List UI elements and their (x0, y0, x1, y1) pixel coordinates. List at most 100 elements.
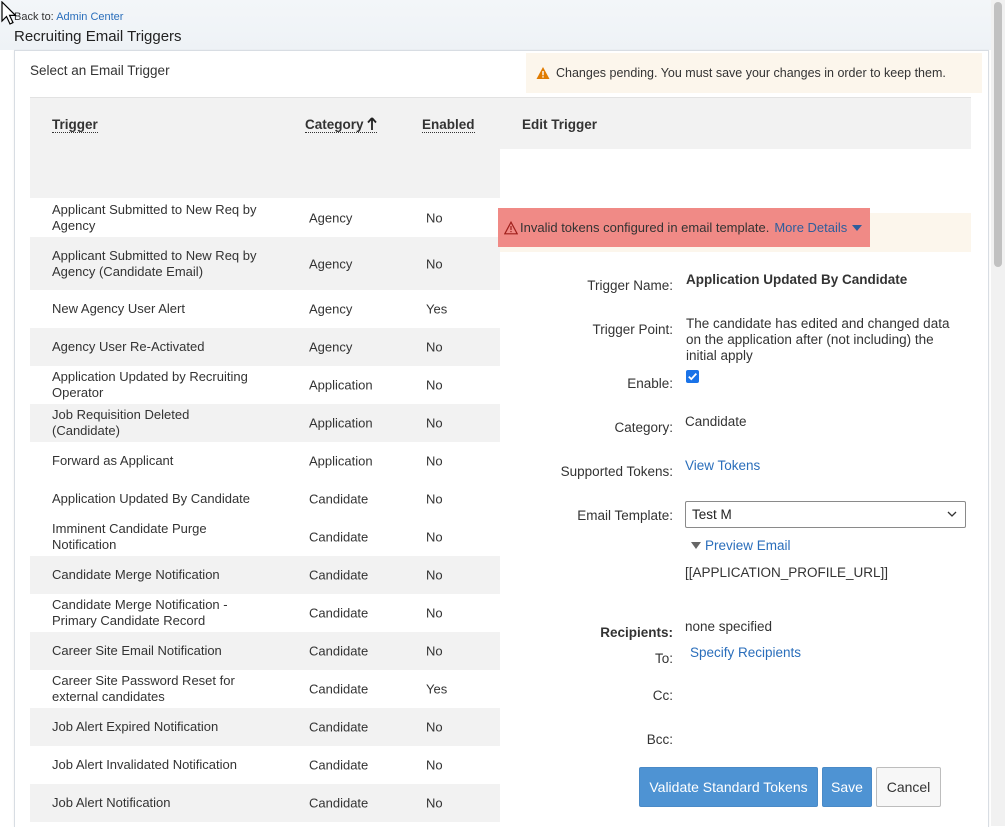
cell-enabled: No (426, 567, 443, 583)
cell-category: Application (309, 415, 373, 431)
mouse-pointer-icon (1, 1, 17, 25)
recipients-label: Recipients: (600, 625, 673, 640)
view-tokens-link[interactable]: View Tokens (685, 458, 760, 473)
validate-tokens-button[interactable]: Validate Standard Tokens (639, 767, 818, 807)
table-row[interactable]: Agency User Re-Activated Agency No (30, 328, 501, 366)
cell-enabled: No (426, 643, 443, 659)
table-blank-row (30, 149, 501, 198)
cell-category: Agency (309, 210, 353, 226)
email-template-select[interactable]: Test M (685, 501, 966, 528)
cell-category: Candidate (309, 643, 369, 659)
admin-center-link[interactable]: Admin Center (56, 11, 123, 23)
specify-recipients-link[interactable]: Specify Recipients (690, 645, 801, 660)
cell-trigger: Job Alert Expired Notification (52, 719, 219, 734)
cell-enabled: No (426, 256, 443, 271)
category-value: Candidate (685, 414, 747, 429)
cell-enabled: No (426, 719, 443, 735)
cell-trigger: Imminent Candidate Purge Notification (52, 521, 207, 552)
email-trigger-panel: Select an Email Trigger Changes pending.… (14, 50, 989, 827)
table-row[interactable]: Job Requisition Deleted (Candidate) Appli… (30, 404, 501, 442)
cancel-button[interactable]: Cancel (876, 767, 941, 807)
cell-trigger: Career Site Email Notification (52, 643, 222, 658)
cell-category: Application (309, 453, 373, 469)
select-trigger-label: Select an Email Trigger (30, 63, 170, 78)
page-title: Recruiting Email Triggers (14, 28, 182, 45)
preview-email-link[interactable]: Preview Email (691, 538, 791, 553)
trigger-point-value: The candidate has edited and changed dat… (686, 316, 950, 363)
table-row[interactable]: Imminent Candidate Purge Notification Can… (30, 518, 501, 556)
cell-category: Agency (309, 256, 353, 271)
cell-enabled: No (426, 491, 443, 507)
table-row[interactable]: Candidate Merge Notification - Primary C… (30, 594, 501, 632)
cell-category: Candidate (309, 605, 369, 621)
more-details-link[interactable]: More Details (774, 220, 863, 235)
edit-trigger-heading: Edit Trigger (522, 117, 598, 132)
table-row[interactable]: Applicant Submitted to New Req by Agency… (30, 199, 501, 237)
table-row[interactable]: Job Alert Invalidated Notification Candid… (30, 746, 501, 784)
breadcrumb-prefix: Back to: (14, 11, 57, 23)
warning-icon (536, 67, 550, 79)
cell-enabled: No (426, 453, 443, 469)
cell-enabled: No (426, 415, 443, 431)
email-template-value: Test M (692, 507, 732, 522)
cell-category: Agency (309, 339, 353, 355)
alert-triangle-icon (504, 220, 518, 234)
token-text: [[APPLICATION_PROFILE_URL]] (685, 565, 889, 580)
triangle-down-icon (691, 542, 701, 549)
category-label: Category: (614, 420, 673, 435)
to-label: To: (654, 651, 673, 666)
table-row[interactable]: Job Alert Notification Candidate No (30, 784, 501, 822)
invalid-tokens-message: Invalid tokens configured in email templ… (520, 220, 770, 235)
cell-enabled: No (426, 339, 443, 355)
cell-enabled: No (426, 757, 443, 773)
cell-category: Candidate (309, 567, 369, 583)
preview-email-label: Preview Email (705, 538, 791, 553)
cell-trigger: Job Requisition Deleted (Candidate) (52, 407, 190, 438)
table-row[interactable]: Career Site Email Notification Candidate N… (30, 632, 501, 670)
cell-category: Application (309, 377, 373, 393)
table-row[interactable]: Applicant Submitted to New Req by Agency… (30, 237, 501, 290)
column-header-category[interactable]: Category (305, 117, 377, 133)
cell-trigger: Candidate Merge Notification - Primary C… (52, 597, 228, 628)
cell-trigger: Candidate Merge Notification (52, 567, 220, 582)
trigger-name-value: Application Updated By Candidate (686, 272, 908, 287)
table-row[interactable]: Candidate Merge Notification Candidate No (30, 556, 501, 594)
caret-down-icon (852, 224, 863, 231)
table-row[interactable]: Application Updated by Recruiting Operat… (30, 366, 501, 404)
cell-trigger: Forward as Applicant (52, 453, 174, 468)
cc-label: Cc: (652, 688, 673, 703)
cell-enabled: No (426, 605, 443, 621)
checkmark-icon (688, 372, 697, 381)
scrollbar-thumb[interactable] (994, 2, 1002, 267)
cell-enabled: Yes (426, 301, 448, 317)
email-template-label: Email Template: (577, 508, 673, 523)
table-row[interactable]: Career Site Password Reset for external … (30, 670, 501, 708)
recipients-value: none specified (685, 619, 773, 634)
breadcrumb: Back to: Admin Center (14, 11, 123, 23)
table-row[interactable]: Forward as Applicant Application No (30, 442, 501, 480)
enable-label: Enable: (627, 376, 673, 391)
pending-message: Changes pending. You must save your chan… (556, 66, 946, 80)
table-row[interactable]: Job Alert Expired Notification Candidate N… (30, 708, 501, 746)
save-button[interactable]: Save (822, 767, 872, 807)
invalid-tokens-banner: Invalid tokens configured in email templ… (498, 208, 870, 247)
cell-category: Agency (309, 301, 353, 317)
table-row[interactable]: New Agency User Alert Agency Yes (30, 290, 501, 328)
vertical-scrollbar[interactable] (991, 0, 1005, 826)
bcc-label: Bcc: (646, 732, 673, 747)
enable-checkbox[interactable] (686, 370, 699, 383)
cell-trigger: Career Site Password Reset for external … (52, 673, 235, 704)
supported-tokens-label: Supported Tokens: (560, 464, 673, 479)
cell-trigger: Agency User Re-Activated (52, 339, 205, 354)
cell-enabled: No (426, 377, 443, 393)
cell-category: Candidate (309, 795, 369, 811)
table-header: Trigger Category Enabled Edit Trigger (30, 97, 971, 149)
chevron-down-icon (947, 511, 957, 517)
column-header-trigger[interactable]: Trigger (52, 117, 98, 133)
cell-enabled: No (426, 795, 443, 811)
table-row-selected[interactable]: Application Updated By Candidate Candidat… (30, 480, 500, 518)
cell-trigger: Job Alert Invalidated Notification (52, 757, 237, 772)
cell-trigger: Job Alert Notification (52, 795, 171, 810)
column-header-enabled[interactable]: Enabled (422, 117, 475, 133)
sort-ascending-icon (366, 117, 377, 130)
